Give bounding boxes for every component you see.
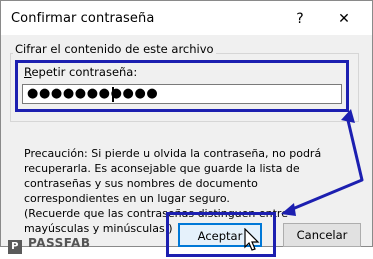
passfab-watermark: P PASSFAB [8,236,90,254]
warning-paragraph: Precaución: Si pierde u olvida la contra… [24,147,322,205]
passfab-logo: P [8,240,22,254]
title-bar: Confirmar contraseña ? ✕ [1,1,372,35]
close-button[interactable]: ✕ [334,8,354,30]
confirm-password-dialog: Confirmar contraseña ? ✕ Cifrar el conte… [0,0,373,247]
cancel-button[interactable]: Cancelar [283,223,361,247]
password-field-highlight [15,60,349,112]
arrow-pointer-icon [244,228,260,251]
watermark-text: PASSFAB [28,236,91,250]
dialog-title: Confirmar contraseña [11,11,155,26]
help-button[interactable]: ? [290,8,310,30]
groupbox-label: Cifrar el contenido de este archivo [13,42,216,56]
